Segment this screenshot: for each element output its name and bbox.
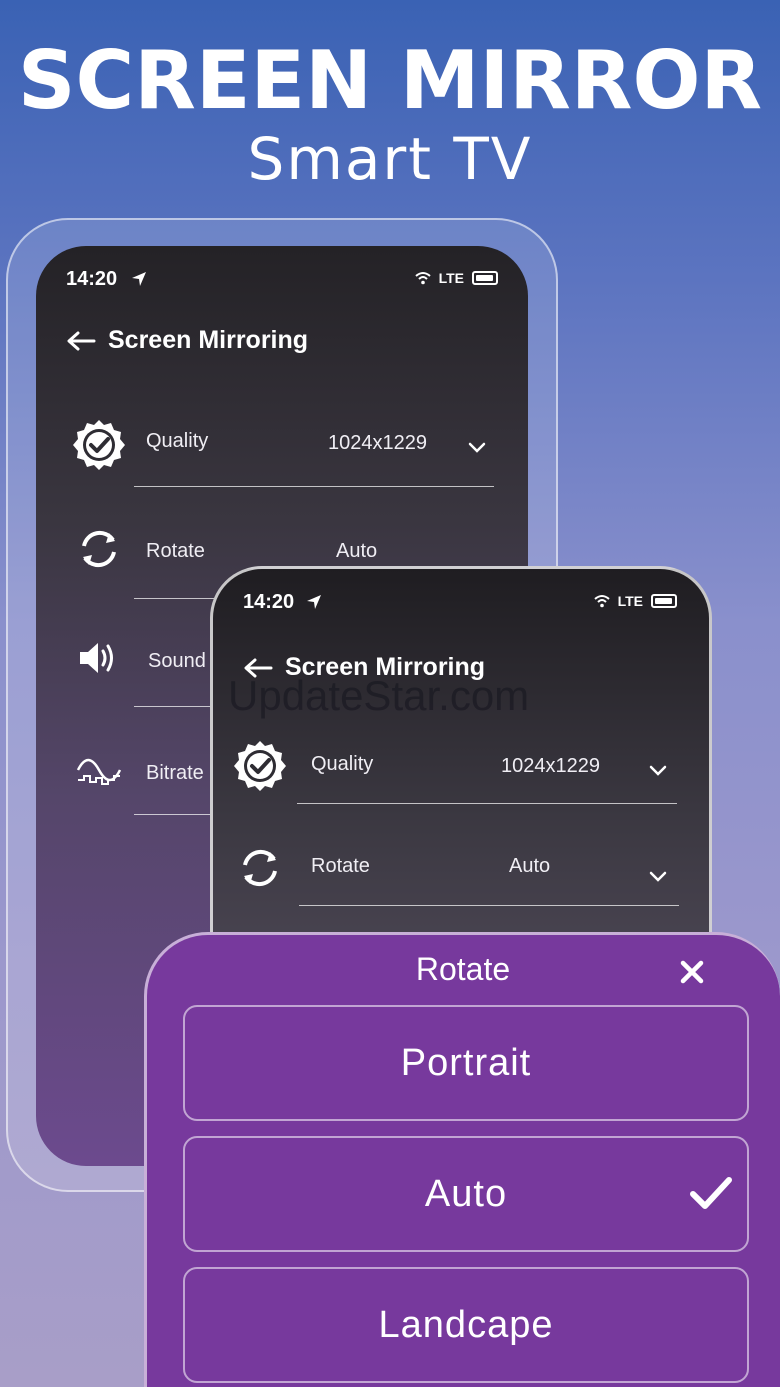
option-portrait[interactable]: Portrait	[183, 1005, 749, 1121]
network-label: LTE	[617, 593, 643, 609]
option-label: Auto	[424, 1172, 508, 1215]
quality-badge-icon	[73, 420, 125, 470]
status-bar: 14:20 LTE	[213, 569, 709, 629]
bitrate-wave-icon	[76, 758, 122, 785]
checkmark-icon	[690, 1177, 732, 1209]
setting-row-quality[interactable]: Quality 1024x1229	[36, 406, 528, 506]
setting-row-quality[interactable]: Quality 1024x1229	[213, 733, 709, 833]
promo-subheadline: Smart TV	[247, 125, 533, 193]
status-time: 14:20	[66, 268, 118, 290]
chevron-down-icon[interactable]	[468, 442, 486, 454]
back-arrow-icon[interactable]	[66, 330, 96, 352]
promo-headline: SCREEN MIRROR	[17, 34, 763, 127]
quality-badge-icon	[234, 741, 286, 791]
system-icons: LTE	[593, 593, 677, 609]
option-landscape[interactable]: Landcape	[183, 1267, 749, 1383]
setting-value-rotate: Auto	[336, 540, 378, 562]
location-arrow-icon	[132, 272, 146, 286]
option-label: Landcape	[378, 1303, 554, 1346]
rotate-icon	[243, 849, 277, 887]
setting-label-quality: Quality	[146, 430, 209, 452]
status-bar: 14:20 LTE	[36, 246, 528, 306]
battery-icon	[651, 594, 677, 608]
system-icons: LTE	[414, 270, 498, 286]
setting-row-rotate[interactable]: Rotate Auto	[213, 839, 709, 939]
chevron-down-icon[interactable]	[649, 871, 667, 883]
wifi-icon	[593, 595, 610, 608]
phone-screen-front: 14:20 LTE Screen Mirroring Quality 1024x…	[210, 566, 712, 966]
network-label: LTE	[438, 270, 464, 286]
battery-icon	[472, 271, 498, 285]
rotate-icon	[82, 530, 116, 568]
option-label: Portrait	[400, 1041, 532, 1084]
app-header: Screen Mirroring	[66, 326, 308, 355]
screen-title: Screen Mirroring	[108, 326, 309, 354]
setting-label-rotate: Rotate	[146, 540, 205, 562]
rotate-sheet: Rotate Portrait Auto Landcape	[144, 932, 780, 1387]
setting-value-quality: 1024x1229	[328, 432, 427, 454]
setting-label-rotate: Rotate	[311, 855, 370, 877]
chevron-down-icon[interactable]	[649, 765, 667, 777]
setting-value-rotate: Auto	[509, 855, 551, 877]
setting-value-quality: 1024x1229	[501, 755, 600, 777]
option-auto[interactable]: Auto	[183, 1136, 749, 1252]
setting-label-sound: Sound	[148, 650, 206, 672]
setting-label-quality: Quality	[311, 753, 374, 775]
wifi-icon	[414, 272, 431, 285]
divider	[297, 803, 677, 804]
close-icon[interactable]	[679, 959, 705, 985]
watermark: UpdateStar.com	[228, 672, 530, 719]
divider	[134, 486, 494, 487]
status-time: 14:20	[243, 591, 295, 613]
divider	[299, 905, 679, 906]
setting-label-bitrate: Bitrate	[146, 762, 204, 784]
location-arrow-icon	[307, 595, 321, 609]
speaker-icon	[80, 643, 113, 673]
